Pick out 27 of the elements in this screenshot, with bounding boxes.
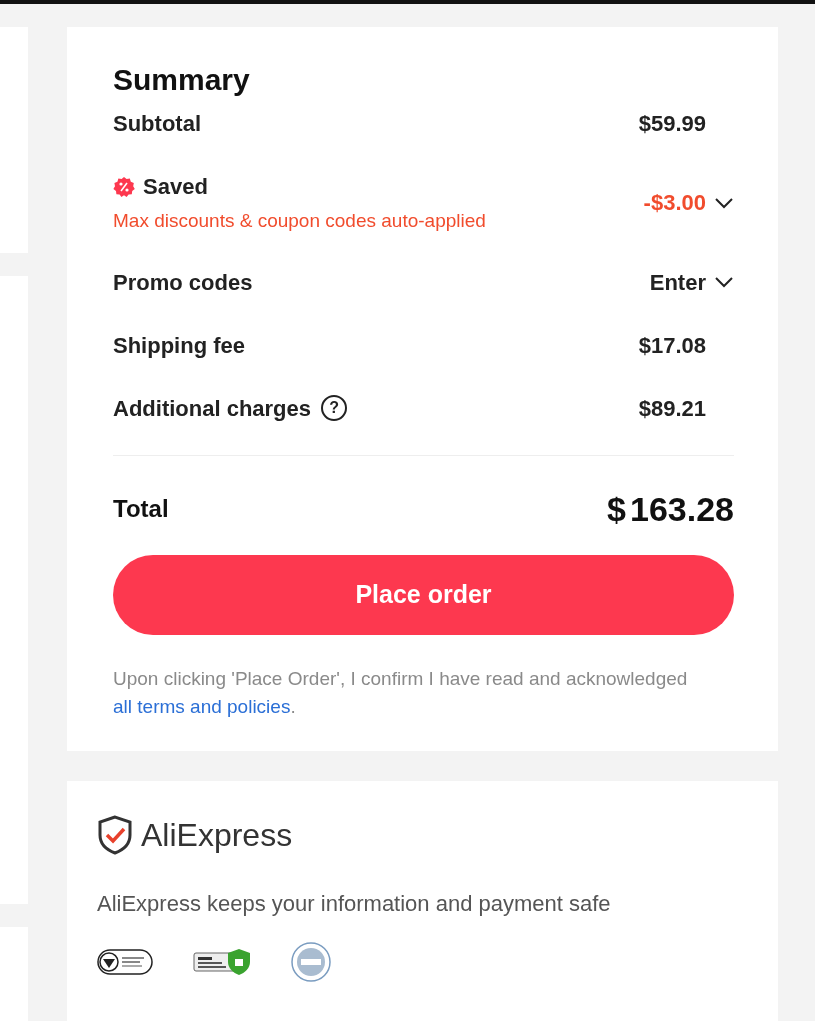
total-amount: $163.28 [607, 488, 734, 530]
discount-icon [113, 175, 135, 198]
discount-note: Max discounts & coupon codes auto-applied [113, 209, 486, 233]
iso-seal-icon [291, 941, 331, 982]
row-value[interactable]: -$3.00 [643, 186, 706, 220]
row-label: Subtotal [113, 110, 201, 138]
disclaimer-text: Upon clicking 'Place Order', I confirm I have read and acknowledged all terms and policies. [113, 666, 689, 719]
total-label: Total [113, 494, 169, 524]
row-value: $17.08 [638, 331, 706, 360]
secure-connection-badge-icon [193, 947, 251, 976]
shield-check-icon [97, 814, 133, 855]
row-value[interactable]: Enter [649, 265, 706, 299]
row-label: Shipping fee [113, 331, 245, 360]
row-label: Additional charges [113, 394, 312, 423]
row-value: $59.99 [638, 110, 706, 138]
chevron-down-icon[interactable] [714, 196, 734, 209]
security-text: AliExpress keeps your information and payment safe [97, 889, 612, 918]
help-icon[interactable]: ? [321, 395, 348, 421]
row-value: $89.21 [638, 394, 706, 423]
chevron-down-icon[interactable] [714, 276, 734, 288]
certification-badge-icon [97, 948, 153, 975]
place-order-button[interactable]: Place order [113, 554, 734, 635]
brand-logo-text: AliExpress [141, 815, 293, 855]
row-label: Saved [143, 173, 208, 201]
summary-title: Summary [113, 62, 251, 98]
terms-link[interactable]: all terms and policies [113, 695, 291, 717]
row-label: Promo codes [113, 268, 253, 297]
